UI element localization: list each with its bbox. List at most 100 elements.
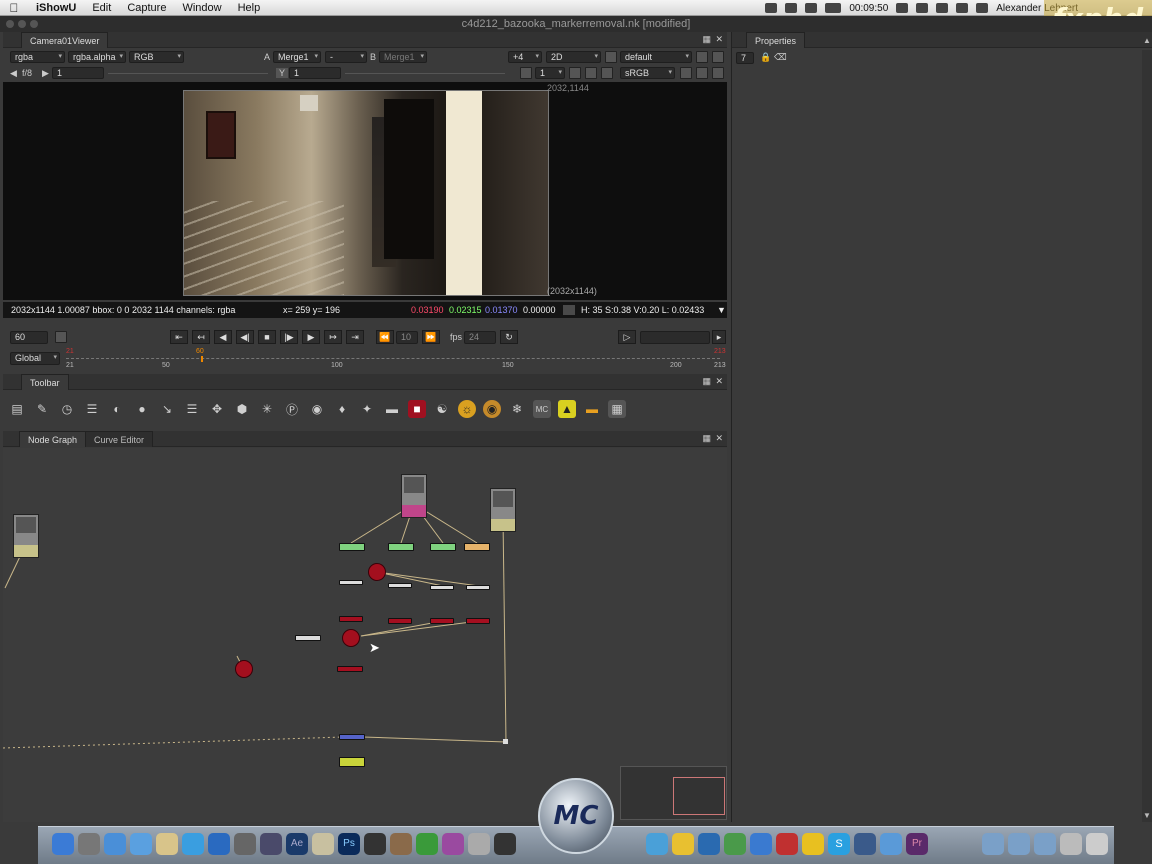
close-window-button[interactable] <box>6 20 14 28</box>
input-a-dropdown[interactable]: Merge1 ▾ <box>273 51 321 63</box>
scroll-down-icon[interactable]: ▼ <box>1143 811 1151 820</box>
plugin-yellow-icon[interactable]: ▲ <box>558 400 576 418</box>
view-mode-dropdown[interactable]: 2D ▾ <box>546 51 601 63</box>
ip-icon[interactable] <box>680 67 692 79</box>
red-dot-node[interactable] <box>368 563 386 581</box>
plugin-grid-icon[interactable]: ▦ <box>608 400 626 418</box>
timeline-scrubber[interactable]: 21 60 213 21 50 100 150 200 213 <box>62 348 728 370</box>
white-node[interactable] <box>466 585 490 590</box>
step-back-button[interactable]: ◀| <box>236 330 254 344</box>
draw-nodes-icon[interactable]: ✎ <box>33 400 51 418</box>
read-node-secondary[interactable] <box>490 488 516 532</box>
vlc-icon[interactable] <box>234 833 256 855</box>
metadata-nodes-icon[interactable]: ♦ <box>333 400 351 418</box>
float-panel-icon[interactable]: ▦ <box>702 376 711 387</box>
plugin-red-icon[interactable]: ■ <box>408 400 426 418</box>
yellow-node[interactable] <box>339 757 365 767</box>
gamma-slider[interactable] <box>345 73 505 79</box>
properties-scrollbar[interactable]: ▲ ▼ <box>1142 36 1152 822</box>
alpha-channel-dropdown[interactable]: rgba.alpha ▾ <box>68 51 126 63</box>
pause-icon[interactable] <box>601 67 613 79</box>
launchpad-icon[interactable] <box>78 833 100 855</box>
apple-menu-icon[interactable]:  <box>0 1 28 15</box>
tray-app-icon[interactable] <box>765 3 778 13</box>
image-nodes-icon[interactable]: ▤ <box>8 400 26 418</box>
last-frame-button[interactable]: ⇥ <box>346 330 364 344</box>
white-node[interactable] <box>430 585 454 590</box>
tray-sync-icon[interactable] <box>785 3 798 13</box>
plugin-gold-icon[interactable]: ☼ <box>458 400 476 418</box>
menu-help[interactable]: Help <box>230 2 269 14</box>
skip-back-button[interactable]: ⏪ <box>376 330 394 344</box>
photoshop-icon[interactable]: Ps <box>338 833 360 855</box>
other-nodes-icon[interactable]: ✦ <box>358 400 376 418</box>
gain-slider[interactable] <box>108 73 268 79</box>
red-node[interactable] <box>388 618 412 624</box>
current-frame-field[interactable]: 60 <box>10 331 48 344</box>
green-node[interactable] <box>339 543 365 551</box>
time-nodes-icon[interactable]: ◷ <box>58 400 76 418</box>
close-panel-icon[interactable]: ✕ <box>715 433 723 444</box>
tool-icon[interactable] <box>494 833 516 855</box>
davinci-icon[interactable] <box>364 833 386 855</box>
scroll-up-icon[interactable]: ▲ <box>1143 36 1151 45</box>
red-node[interactable] <box>337 666 363 672</box>
downscale-dropdown[interactable]: 1 ▾ <box>535 67 565 79</box>
views-nodes-icon[interactable]: ◉ <box>308 400 326 418</box>
gamma-field[interactable]: 1 <box>289 67 341 79</box>
stop-button[interactable]: ■ <box>258 330 276 344</box>
tray-bluetooth-icon[interactable] <box>956 3 969 13</box>
close-panel-icon[interactable]: ✕ <box>715 376 723 387</box>
plugin-sphere-icon[interactable]: ❄ <box>508 400 526 418</box>
cyberduck-icon[interactable] <box>672 833 694 855</box>
fstop-decrease-icon[interactable]: ◀ <box>10 68 17 79</box>
filter-nodes-icon[interactable]: ● <box>133 400 151 418</box>
tab-curve-editor[interactable]: Curve Editor <box>85 431 154 447</box>
menu-capture[interactable]: Capture <box>119 2 174 14</box>
refresh-icon[interactable] <box>585 67 597 79</box>
skype-icon[interactable]: S <box>828 833 850 855</box>
fstop-increase-icon[interactable]: ▶ <box>42 68 49 79</box>
particles-icon[interactable]: ✳ <box>258 400 276 418</box>
after-effects-icon[interactable]: Ae <box>286 833 308 855</box>
play-backward-button[interactable]: ◀ <box>214 330 232 344</box>
node-graph-minimap[interactable] <box>620 766 727 820</box>
red-dot-node[interactable] <box>235 660 253 678</box>
app-store-icon[interactable] <box>208 833 230 855</box>
step-forward-button[interactable]: |▶ <box>280 330 298 344</box>
plugin-eye-icon[interactable]: ◉ <box>483 400 501 418</box>
skip-forward-button[interactable]: ⏩ <box>422 330 440 344</box>
loop-mode-button[interactable]: ↻ <box>500 330 518 344</box>
zebra-icon[interactable] <box>712 67 724 79</box>
read-node-left[interactable] <box>13 514 39 558</box>
menu-app-name[interactable]: iShowU <box>28 2 84 14</box>
read-node-main[interactable] <box>401 474 427 518</box>
disabled-node[interactable] <box>295 635 321 641</box>
fps-field[interactable]: 24 <box>464 331 496 344</box>
playhead[interactable] <box>201 356 203 362</box>
plugin-mc-icon[interactable]: MC <box>533 400 551 418</box>
play-forward-button[interactable]: ▶ <box>302 330 320 344</box>
flipbook-button[interactable]: ▷ <box>618 330 636 344</box>
info-expand-icon[interactable]: ▼ <box>717 302 726 318</box>
mission-control-icon[interactable] <box>104 833 126 855</box>
roi-icon[interactable] <box>569 67 581 79</box>
float-panel-icon[interactable]: ▦ <box>702 34 711 45</box>
max-panels-field[interactable]: 7 <box>736 52 754 64</box>
green-node[interactable] <box>430 543 456 551</box>
tray-camera-icon[interactable] <box>805 3 818 13</box>
furnace-nodes-icon[interactable]: ▬ <box>383 400 401 418</box>
color-nodes-icon[interactable]: ◐ <box>108 400 126 418</box>
frame-range-field[interactable] <box>640 331 710 344</box>
3d-nodes-icon[interactable]: ⬢ <box>233 400 251 418</box>
orange-node[interactable] <box>464 543 490 551</box>
viewer-settings-icon[interactable] <box>696 51 708 63</box>
previous-keyframe-button[interactable]: ↤ <box>192 330 210 344</box>
white-node[interactable] <box>339 580 363 585</box>
deep-nodes-icon[interactable]: Ⓟ <box>283 400 301 418</box>
white-node[interactable] <box>388 583 412 588</box>
clip-warning-icon[interactable] <box>696 67 708 79</box>
viewer-lut-dropdown[interactable]: default ▾ <box>620 51 692 63</box>
documents-icon[interactable] <box>1060 833 1082 855</box>
menu-edit[interactable]: Edit <box>84 2 119 14</box>
